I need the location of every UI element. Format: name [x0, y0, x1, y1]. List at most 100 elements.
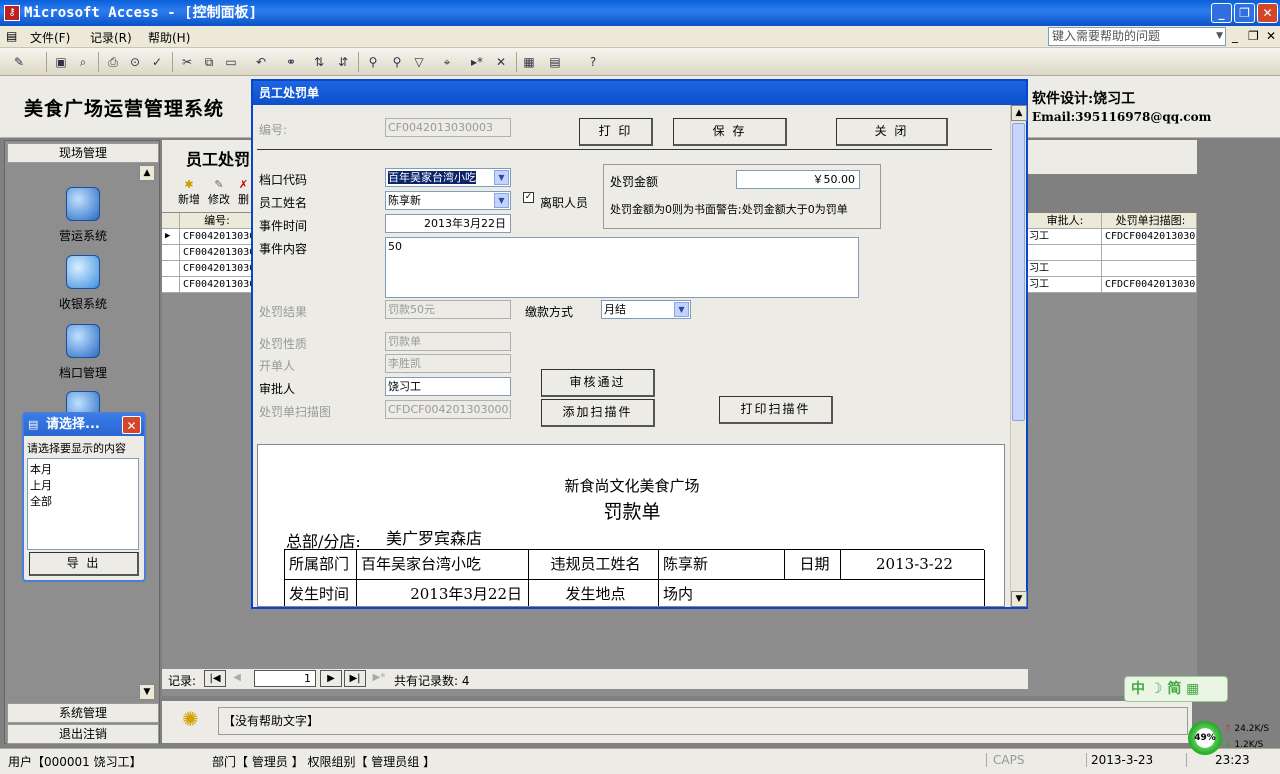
nav-onsite-management[interactable]: 现场管理	[7, 143, 159, 163]
result-field[interactable]: 罚款50元	[385, 300, 511, 319]
table-row[interactable]: CF0042013030	[180, 261, 252, 277]
undo-icon[interactable]: ↶	[252, 53, 270, 71]
list-item[interactable]: 全部	[30, 493, 136, 509]
delete-record-icon[interactable]: ✕	[492, 53, 510, 71]
stall-code-select[interactable]: 百年吴家台湾小吃 ▼	[385, 168, 511, 187]
scroll-down-arrow[interactable]: ▼	[1011, 591, 1027, 607]
menu-help[interactable]: 帮助(H)	[148, 29, 190, 46]
chevron-down-icon[interactable]: ▼	[1216, 28, 1223, 45]
spelling-icon[interactable]: ✓	[148, 53, 166, 71]
filter-by-selection-icon[interactable]: ⚲	[364, 53, 382, 71]
selector-listbox[interactable]: 本月 上月 全部	[27, 458, 139, 550]
find-icon[interactable]: ⌖	[438, 53, 456, 71]
next-record-button[interactable]: ▶	[320, 670, 342, 687]
new-blank-record-button[interactable]: ▶*	[368, 670, 390, 687]
list-item[interactable]: 本月	[30, 461, 136, 477]
cpu-gauge[interactable]: 49%	[1188, 721, 1222, 755]
last-record-button[interactable]: ▶|	[344, 670, 366, 687]
employee-select[interactable]: 陈享新 ▼	[385, 191, 511, 210]
fine-amount-field[interactable]: ￥50.00	[736, 170, 860, 189]
first-record-button[interactable]: |◀	[204, 670, 226, 687]
row-selector-icon[interactable]: ▶	[162, 229, 180, 245]
payment-select[interactable]: 月结 ▼	[601, 300, 691, 319]
print-scan-button[interactable]: 打印扫描件	[719, 396, 833, 424]
add-scan-button[interactable]: 添加扫描件	[541, 399, 655, 427]
export-button[interactable]: 导 出	[29, 552, 139, 576]
approve-button[interactable]: 审核通过	[541, 369, 655, 397]
table-cell[interactable]: CFDCF0042013030	[1102, 277, 1197, 293]
new-object-icon[interactable]: ▤	[546, 53, 564, 71]
new-record-button[interactable]: ✱ 新增	[178, 178, 200, 207]
table-row[interactable]: CF0042013030	[180, 245, 252, 261]
id-field[interactable]: CF0042013030003	[385, 118, 511, 137]
edit-record-button[interactable]: ✎ 修改	[208, 178, 230, 207]
paste-icon[interactable]: ▭	[222, 53, 240, 71]
minimize-button[interactable]: _	[1211, 3, 1232, 23]
table-cell[interactable]	[1102, 245, 1197, 261]
new-record-icon[interactable]: ▸*	[468, 53, 486, 71]
access-key-icon[interactable]: ⚷	[4, 5, 20, 21]
scroll-down-arrow[interactable]: ▼	[139, 684, 155, 700]
delete-record-button[interactable]: ✗ 删	[238, 178, 249, 207]
cut-icon[interactable]: ✂	[178, 53, 196, 71]
approver-field[interactable]: 饶习工	[385, 377, 511, 396]
apply-filter-icon[interactable]: ▽	[410, 53, 428, 71]
window-title: Microsoft Access - [控制面板]	[24, 5, 258, 21]
insert-hyperlink-icon[interactable]: ⚭	[282, 53, 300, 71]
event-time-field[interactable]: 2013年3月22日	[385, 214, 511, 233]
scan-field[interactable]: CFDCF0042013030003YG	[385, 400, 511, 419]
ime-toolbar[interactable]: 中 ☽ 简 ▦	[1124, 676, 1228, 702]
list-item[interactable]: 上月	[30, 477, 136, 493]
table-cell[interactable]: CFDCF0042013030	[1102, 229, 1197, 245]
save-icon[interactable]: ▣	[52, 53, 70, 71]
sort-descending-icon[interactable]: ⇵	[334, 53, 352, 71]
selector-close-icon[interactable]: ✕	[122, 416, 141, 434]
help-question-input[interactable]: 键入需要帮助的问题 ▼	[1048, 27, 1226, 46]
database-window-icon[interactable]: ▦	[520, 53, 538, 71]
dialog-scrollbar[interactable]: ▲ ▼	[1010, 105, 1027, 607]
print-preview-icon[interactable]: ⊙	[126, 53, 144, 71]
mdi-restore-button[interactable]: ❐	[1248, 29, 1259, 43]
nav-operations[interactable]: 营运系统	[35, 187, 131, 244]
filter-by-form-icon[interactable]: ⚲	[388, 53, 406, 71]
table-cell[interactable]	[1026, 245, 1102, 261]
file-search-icon[interactable]: ⌕	[74, 53, 92, 71]
table-cell[interactable]	[1102, 261, 1197, 277]
table-cell[interactable]: 习工	[1026, 229, 1102, 245]
nav-cashier[interactable]: 收银系统	[35, 255, 131, 312]
prev-record-button[interactable]: ◀	[228, 670, 246, 687]
table-row[interactable]: CF0042013030	[180, 229, 252, 245]
close-button[interactable]: ✕	[1257, 3, 1278, 23]
nav-system-management[interactable]: 系统管理	[7, 703, 159, 723]
nature-field[interactable]: 罚款单	[385, 332, 511, 351]
issuer-field[interactable]: 李胜凯	[385, 354, 511, 373]
scroll-up-arrow[interactable]: ▲	[139, 165, 155, 181]
print-icon[interactable]: ⎙	[104, 53, 122, 71]
event-content-textarea[interactable]: 50	[385, 237, 859, 298]
mdi-minimize-button[interactable]: _	[1232, 29, 1238, 43]
scroll-up-arrow[interactable]: ▲	[1011, 105, 1027, 121]
resigned-checkbox[interactable]: ✓	[523, 192, 534, 203]
help-icon[interactable]: ?	[584, 53, 602, 71]
maximize-button[interactable]: ❐	[1234, 3, 1255, 23]
table-cell[interactable]: 习工	[1026, 261, 1102, 277]
design-view-icon[interactable]: ✎	[10, 53, 28, 71]
menu-file[interactable]: 文件(F)	[30, 29, 70, 46]
copy-icon[interactable]: ⧉	[200, 53, 218, 71]
col-header-approver[interactable]: 审批人:	[1026, 213, 1102, 229]
nav-logout[interactable]: 退出注销	[7, 724, 159, 744]
close-dialog-button[interactable]: 关 闭	[836, 118, 948, 146]
sort-ascending-icon[interactable]: ⇅	[310, 53, 328, 71]
menu-app-icon[interactable]: ▤	[6, 29, 17, 43]
mdi-close-button[interactable]: ✕	[1266, 29, 1276, 43]
col-header-id[interactable]: 编号:	[180, 213, 252, 229]
current-record-input[interactable]: 1	[254, 670, 316, 687]
print-button[interactable]: 打 印	[579, 118, 653, 146]
nav-stall-management[interactable]: 档口管理	[35, 324, 131, 381]
col-header-scan[interactable]: 处罚单扫描图:	[1102, 213, 1197, 229]
table-row[interactable]: CF0042013030	[180, 277, 252, 293]
scroll-thumb[interactable]	[1012, 123, 1025, 421]
save-button[interactable]: 保 存	[673, 118, 787, 146]
table-cell[interactable]: 习工	[1026, 277, 1102, 293]
menu-record[interactable]: 记录(R)	[90, 29, 132, 46]
